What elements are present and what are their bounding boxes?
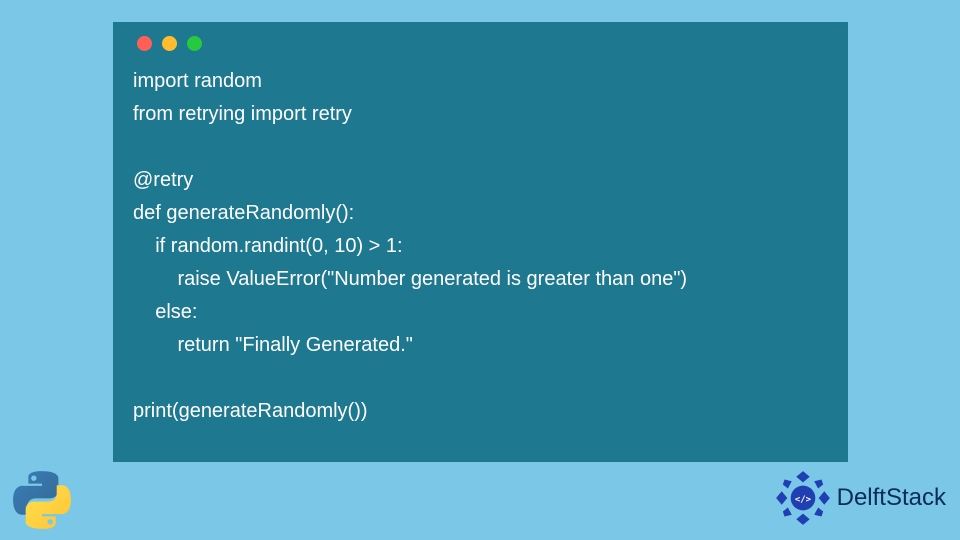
brand-name: DelftStack [837,484,946,512]
minimize-dot-icon [162,36,177,51]
window-controls [137,36,828,51]
python-logo-icon [12,470,72,530]
close-dot-icon [137,36,152,51]
maximize-dot-icon [187,36,202,51]
code-window: import random from retrying import retry… [113,22,848,462]
delftstack-logo-icon: </> [775,470,831,526]
svg-text:</>: </> [795,495,811,505]
brand: </> DelftStack [775,470,946,526]
code-block: import random from retrying import retry… [133,65,828,428]
